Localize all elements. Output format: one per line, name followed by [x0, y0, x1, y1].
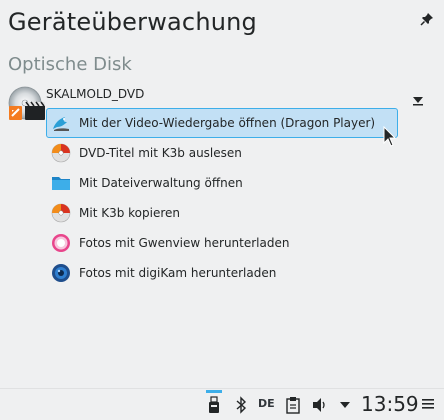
device-notifier-popup: Geräteüberwachung Optische Disk SKALMOLD…: [0, 0, 444, 388]
action-list: Mit der Video-Wiedergabe öffnen (Dragon …: [46, 108, 398, 288]
dragon-player-icon: [53, 117, 69, 131]
clipboard-icon[interactable]: [286, 396, 300, 414]
clock[interactable]: 13:59: [361, 392, 419, 416]
action-copy-k3b[interactable]: Mit K3b kopieren: [46, 198, 398, 228]
pin-icon[interactable]: [420, 12, 434, 26]
keyboard-layout-indicator[interactable]: DE: [258, 397, 275, 410]
action-label: Fotos mit digiKam herunterladen: [79, 266, 277, 280]
bluetooth-icon[interactable]: [235, 396, 247, 414]
action-label: Mit K3b kopieren: [79, 206, 180, 220]
active-indicator: [206, 390, 222, 393]
action-label: DVD-Titel mit K3b auslesen: [79, 146, 242, 160]
device-name: SKALMOLD_DVD: [46, 87, 145, 101]
action-label: Mit der Video-Wiedergabe öffnen (Dragon …: [79, 116, 376, 130]
k3b-icon: [51, 143, 71, 163]
chevron-down-icon[interactable]: [339, 400, 351, 410]
mouse-cursor-icon: [383, 126, 397, 147]
gwenview-icon: [52, 234, 70, 252]
action-open-file-manager[interactable]: Mit Dateiverwaltung öffnen: [46, 168, 398, 198]
volume-icon[interactable]: [311, 396, 329, 414]
k3b-icon: [51, 203, 71, 223]
action-open-dragon-player[interactable]: Mit der Video-Wiedergabe öffnen (Dragon …: [46, 108, 398, 138]
action-label: Fotos mit Gwenview herunterladen: [79, 236, 290, 250]
action-rip-dvd-k3b[interactable]: DVD-Titel mit K3b auslesen: [46, 138, 398, 168]
action-download-gwenview[interactable]: Fotos mit Gwenview herunterladen: [46, 228, 398, 258]
digikam-icon: [52, 264, 70, 282]
hamburger-menu-icon[interactable]: [421, 397, 435, 411]
dvd-media-icon: [8, 86, 45, 120]
page-title: Geräteüberwachung: [8, 8, 257, 36]
folder-icon: [52, 177, 70, 190]
action-download-digikam[interactable]: Fotos mit digiKam herunterladen: [46, 258, 398, 288]
triangle-down-icon[interactable]: [412, 94, 424, 106]
section-label: Optische Disk: [8, 54, 132, 75]
action-label: Mit Dateiverwaltung öffnen: [79, 176, 243, 190]
usb-device-icon[interactable]: [207, 396, 221, 414]
